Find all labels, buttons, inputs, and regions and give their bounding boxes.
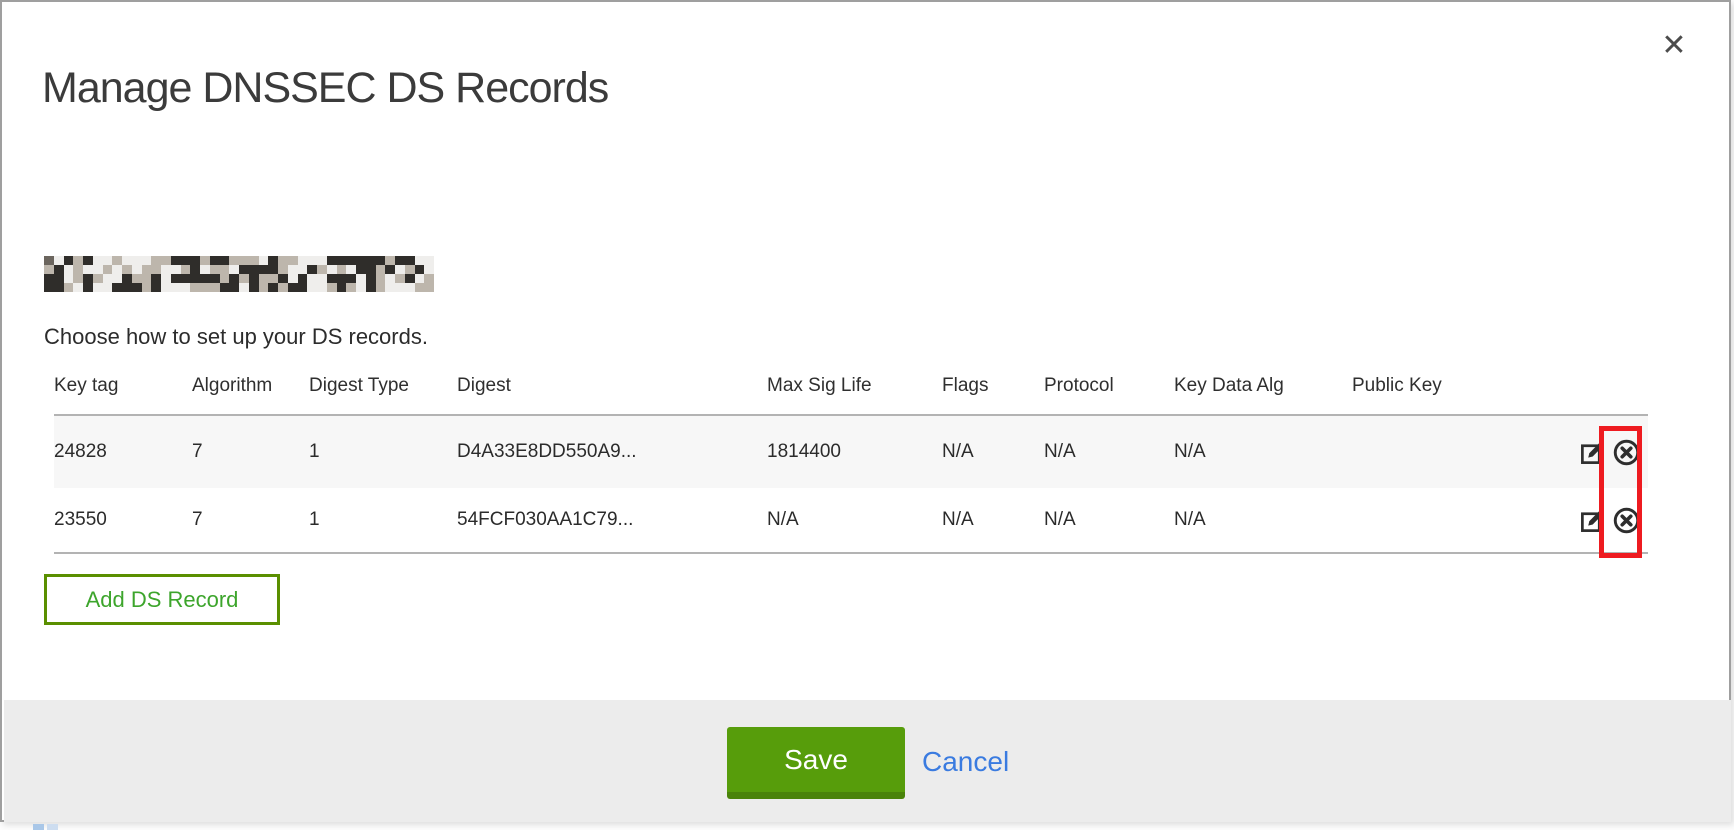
edit-record-button[interactable] <box>1579 439 1606 466</box>
col-public-key: Public Key <box>1352 375 1560 397</box>
row-actions <box>1560 507 1648 534</box>
cell-key-data-alg: N/A <box>1174 441 1352 463</box>
cell-digest-type: 1 <box>309 509 457 531</box>
col-key-tag: Key tag <box>54 375 192 397</box>
background-page-fragment <box>33 824 44 830</box>
cancel-link[interactable]: Cancel <box>922 746 1009 778</box>
cell-key-tag: 23550 <box>54 509 192 531</box>
edit-icon <box>1579 507 1606 534</box>
cell-digest: 54FCF030AA1C79... <box>457 509 767 531</box>
cell-max-sig-life: 1814400 <box>767 441 942 463</box>
cell-algorithm: 7 <box>192 441 309 463</box>
edit-icon <box>1579 439 1606 466</box>
circle-x-icon <box>1613 507 1640 534</box>
close-icon[interactable]: ✕ <box>1650 24 1698 68</box>
cell-key-data-alg: N/A <box>1174 509 1352 531</box>
page-title: Manage DNSSEC DS Records <box>42 65 608 112</box>
table-row: 24828 7 1 D4A33E8DD550A9... 1814400 N/A … <box>54 416 1648 488</box>
ds-records-table: Key tag Algorithm Digest Type Digest Max… <box>44 358 1648 554</box>
col-flags: Flags <box>942 375 1044 397</box>
cell-flags: N/A <box>942 509 1044 531</box>
redacted-domain <box>44 256 434 292</box>
col-max-sig-life: Max Sig Life <box>767 375 942 397</box>
edit-record-button[interactable] <box>1579 507 1606 534</box>
col-protocol: Protocol <box>1044 375 1174 397</box>
cell-flags: N/A <box>942 441 1044 463</box>
cell-digest: D4A33E8DD550A9... <box>457 441 767 463</box>
col-key-data-alg: Key Data Alg <box>1174 375 1352 397</box>
instruction-text: Choose how to set up your DS records. <box>44 324 428 350</box>
col-algorithm: Algorithm <box>192 375 309 397</box>
row-actions <box>1560 439 1648 466</box>
table-header-row: Key tag Algorithm Digest Type Digest Max… <box>54 358 1648 416</box>
background-page-fragment <box>47 824 58 830</box>
cell-protocol: N/A <box>1044 509 1174 531</box>
cell-digest-type: 1 <box>309 441 457 463</box>
circle-x-icon <box>1613 439 1640 466</box>
cell-key-tag: 24828 <box>54 441 192 463</box>
cell-algorithm: 7 <box>192 509 309 531</box>
add-ds-record-button[interactable]: Add DS Record <box>44 574 280 625</box>
dnssec-dialog: Manage DNSSEC DS Records ✕ Choose how to… <box>0 0 1731 822</box>
cell-protocol: N/A <box>1044 441 1174 463</box>
save-button[interactable]: Save <box>727 727 905 799</box>
cell-max-sig-life: N/A <box>767 509 942 531</box>
col-digest: Digest <box>457 375 767 397</box>
delete-record-icon[interactable] <box>1613 507 1640 534</box>
table-row: 23550 7 1 54FCF030AA1C79... N/A N/A N/A … <box>54 488 1648 554</box>
col-digest-type: Digest Type <box>309 375 457 397</box>
delete-record-icon[interactable] <box>1613 439 1640 466</box>
